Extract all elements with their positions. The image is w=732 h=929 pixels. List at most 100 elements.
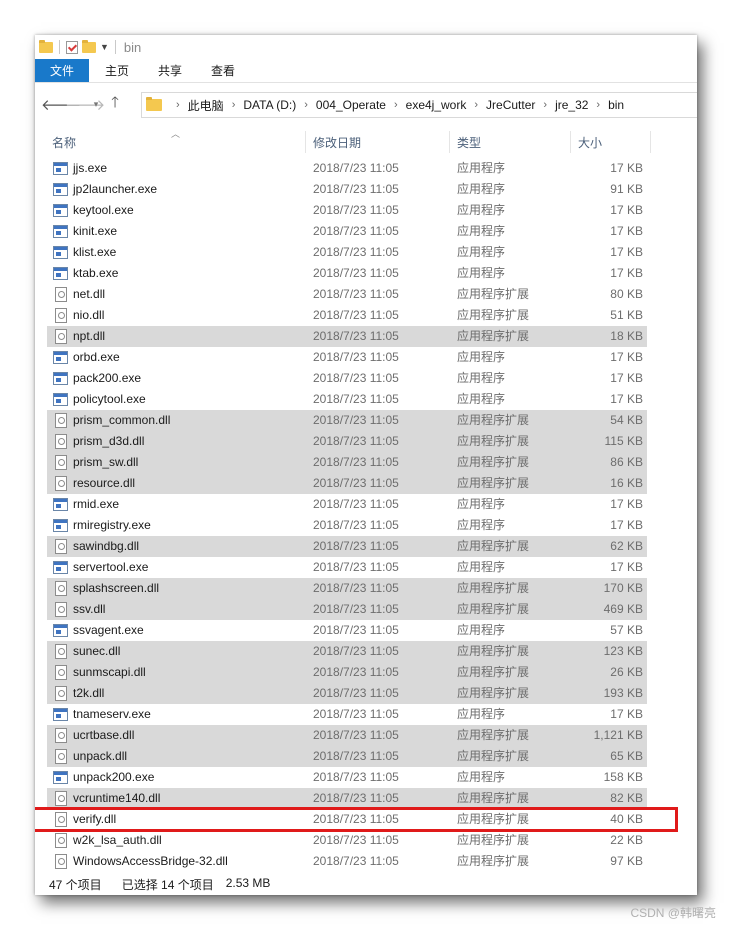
column-header-size[interactable]: 大小: [571, 129, 651, 155]
file-date: 2018/7/23 11:05: [313, 308, 399, 322]
dll-file-icon: [55, 854, 67, 869]
file-row[interactable]: sunec.dll 2018/7/23 11:05 应用程序扩展 123 KB: [47, 641, 647, 662]
recent-locations-button[interactable]: ▾: [89, 99, 103, 110]
file-row[interactable]: policytool.exe 2018/7/23 11:05 应用程序 17 KB: [47, 389, 647, 410]
file-row[interactable]: ssv.dll 2018/7/23 11:05 应用程序扩展 469 KB: [47, 599, 647, 620]
new-folder-icon[interactable]: [82, 39, 96, 53]
file-date: 2018/7/23 11:05: [313, 287, 399, 301]
column-header-date[interactable]: 修改日期: [306, 129, 449, 155]
file-size: 54 KB: [610, 413, 643, 427]
customize-quick-access-icon[interactable]: ▼: [100, 42, 109, 52]
file-date: 2018/7/23 11:05: [313, 329, 399, 343]
file-row[interactable]: jjs.exe 2018/7/23 11:05 应用程序 17 KB: [47, 158, 647, 179]
file-type: 应用程序: [457, 560, 506, 574]
file-row[interactable]: prism_d3d.dll 2018/7/23 11:05 应用程序扩展 115 KB: [47, 431, 647, 452]
breadcrumb-item[interactable]: jre_32: [555, 98, 588, 112]
file-name: kinit.exe: [73, 224, 118, 238]
breadcrumb-item[interactable]: 此电脑: [188, 97, 224, 114]
file-row[interactable]: prism_common.dll 2018/7/23 11:05 应用程序扩展 54 …: [47, 410, 647, 431]
tab-share[interactable]: 共享: [145, 59, 195, 82]
file-size: 17 KB: [610, 707, 643, 721]
file-row[interactable]: vcruntime140.dll 2018/7/23 11:05 应用程序扩展 82 …: [47, 788, 647, 809]
file-row[interactable]: net.dll 2018/7/23 11:05 应用程序扩展 80 KB: [47, 284, 647, 305]
file-row[interactable]: kinit.exe 2018/7/23 11:05 应用程序 17 KB: [47, 221, 647, 242]
divider: [114, 40, 116, 54]
file-type: 应用程序: [457, 770, 506, 784]
file-name: servertool.exe: [73, 560, 149, 574]
file-type: 应用程序: [457, 392, 506, 406]
file-date: 2018/7/23 11:05: [313, 161, 399, 175]
file-date: 2018/7/23 11:05: [313, 686, 399, 700]
file-row[interactable]: nio.dll 2018/7/23 11:05 应用程序扩展 51 KB: [47, 305, 647, 326]
file-date: 2018/7/23 11:05: [313, 203, 399, 217]
file-row[interactable]: klist.exe 2018/7/23 11:05 应用程序 17 KB: [47, 242, 647, 263]
properties-icon[interactable]: [66, 40, 78, 54]
file-row[interactable]: ssvagent.exe 2018/7/23 11:05 应用程序 57 KB: [47, 620, 647, 641]
breadcrumb-separator-icon[interactable]: ›: [176, 99, 180, 111]
file-size: 469 KB: [603, 602, 643, 616]
tab-home[interactable]: 主页: [89, 59, 145, 82]
file-size: 80 KB: [610, 287, 643, 301]
file-row[interactable]: tnameserv.exe 2018/7/23 11:05 应用程序 17 KB: [47, 704, 647, 725]
column-divider[interactable]: [650, 131, 651, 153]
file-name: orbd.exe: [73, 350, 120, 364]
file-row[interactable]: ucrtbase.dll 2018/7/23 11:05 应用程序扩展 1,121 K…: [47, 725, 647, 746]
file-row[interactable]: pack200.exe 2018/7/23 11:05 应用程序 17 KB: [47, 368, 647, 389]
file-row[interactable]: rmiregistry.exe 2018/7/23 11:05 应用程序 17 KB: [47, 515, 647, 536]
file-date: 2018/7/23 11:05: [313, 224, 399, 238]
file-name: pack200.exe: [73, 371, 142, 385]
file-name: sunmscapi.dll: [73, 665, 146, 679]
file-row[interactable]: rmid.exe 2018/7/23 11:05 应用程序 17 KB: [47, 494, 647, 515]
file-row[interactable]: resource.dll 2018/7/23 11:05 应用程序扩展 16 KB: [47, 473, 647, 494]
file-row[interactable]: sunmscapi.dll 2018/7/23 11:05 应用程序扩展 26 KB: [47, 662, 647, 683]
file-row[interactable]: unpack.dll 2018/7/23 11:05 应用程序扩展 65 KB: [47, 746, 647, 767]
file-row[interactable]: keytool.exe 2018/7/23 11:05 应用程序 17 KB: [47, 200, 647, 221]
column-header-type[interactable]: 类型: [450, 129, 570, 155]
file-name: vcruntime140.dll: [73, 791, 161, 805]
column-header-name[interactable]: 名称: [45, 129, 305, 155]
application-icon: [53, 351, 68, 364]
up-button[interactable]: 🡑: [103, 92, 127, 117]
file-row[interactable]: npt.dll 2018/7/23 11:05 应用程序扩展 18 KB: [47, 326, 647, 347]
breadcrumb-item[interactable]: DATA (D:): [243, 98, 296, 112]
file-row[interactable]: w2k_lsa_auth.dll 2018/7/23 11:05 应用程序扩展 22 …: [47, 830, 647, 851]
file-row[interactable]: unpack200.exe 2018/7/23 11:05 应用程序 158 KB: [47, 767, 647, 788]
breadcrumb-item[interactable]: JreCutter: [486, 98, 535, 112]
breadcrumb-item[interactable]: bin: [608, 98, 624, 112]
watermark: CSDN @韩曙亮: [630, 906, 716, 920]
divider: [59, 40, 60, 54]
breadcrumb-separator-icon[interactable]: ›: [474, 99, 478, 111]
breadcrumb-item[interactable]: exe4j_work: [406, 98, 467, 112]
file-row[interactable]: WindowsAccessBridge-32.dll 2018/7/23 11:0…: [47, 851, 647, 872]
file-name: jp2launcher.exe: [73, 182, 158, 196]
file-row[interactable]: prism_sw.dll 2018/7/23 11:05 应用程序扩展 86 KB: [47, 452, 647, 473]
breadcrumb-separator-icon[interactable]: ›: [596, 99, 600, 111]
ribbon-tabs: 文件 主页 共享 查看: [35, 59, 697, 83]
breadcrumb-separator-icon[interactable]: ›: [304, 99, 308, 111]
file-name: t2k.dll: [73, 686, 105, 700]
selection-size: 2.53 MB: [225, 875, 271, 890]
file-row[interactable]: orbd.exe 2018/7/23 11:05 应用程序 17 KB: [47, 347, 647, 368]
breadcrumb-item[interactable]: 004_Operate: [316, 98, 386, 112]
address-bar[interactable]: › 此电脑 › DATA (D:) › 004_Operate › exe4j_work › Jr…: [141, 92, 697, 118]
file-date: 2018/7/23 11:05: [313, 728, 399, 742]
tab-file[interactable]: 文件: [35, 59, 89, 82]
file-size: 193 KB: [603, 686, 643, 700]
file-date: 2018/7/23 11:05: [313, 476, 399, 490]
forward-button[interactable]: 🡒: [65, 95, 105, 114]
file-row[interactable]: t2k.dll 2018/7/23 11:05 应用程序扩展 193 KB: [47, 683, 647, 704]
breadcrumb-separator-icon[interactable]: ›: [394, 99, 398, 111]
breadcrumb-separator-icon[interactable]: ›: [543, 99, 547, 111]
back-button[interactable]: 🡐: [41, 95, 81, 114]
file-row[interactable]: splashscreen.dll 2018/7/23 11:05 应用程序扩展 170…: [47, 578, 647, 599]
breadcrumb-separator-icon[interactable]: ›: [232, 99, 236, 111]
file-row[interactable]: servertool.exe 2018/7/23 11:05 应用程序 17 KB: [47, 557, 647, 578]
file-size: 62 KB: [610, 539, 643, 553]
tab-view[interactable]: 查看: [195, 59, 251, 82]
file-name: rmiregistry.exe: [73, 518, 151, 532]
file-row[interactable]: jp2launcher.exe 2018/7/23 11:05 应用程序 91 KB: [47, 179, 647, 200]
application-icon: [53, 393, 68, 406]
file-row[interactable]: ktab.exe 2018/7/23 11:05 应用程序 17 KB: [47, 263, 647, 284]
file-size: 170 KB: [603, 581, 643, 595]
file-row[interactable]: sawindbg.dll 2018/7/23 11:05 应用程序扩展 62 KB: [47, 536, 647, 557]
